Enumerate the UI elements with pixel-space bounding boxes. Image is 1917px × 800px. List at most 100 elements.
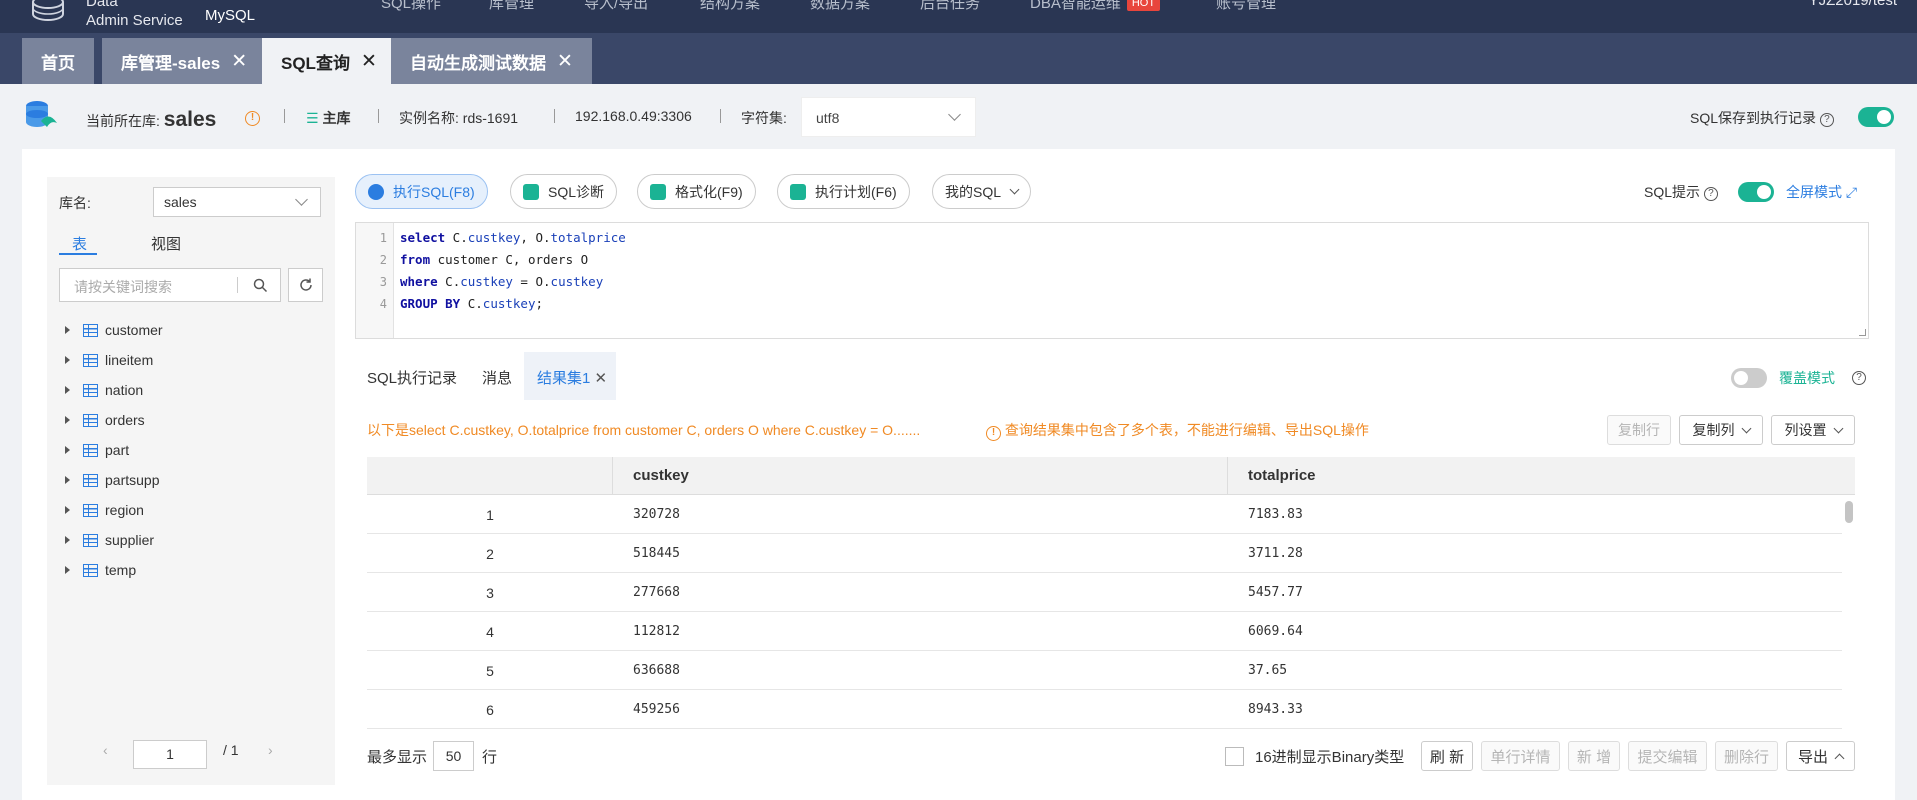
- nav-account[interactable]: 账号管理: [1216, 0, 1276, 13]
- vertical-scrollbar[interactable]: [1845, 501, 1853, 523]
- total-pages: / 1: [223, 742, 239, 758]
- tree-item-supplier[interactable]: supplier: [47, 528, 154, 552]
- tab-messages[interactable]: 消息: [482, 367, 512, 388]
- logo-text: Data Admin Service: [86, 0, 183, 29]
- top-nav: Data Admin Service MySQL SQL操作 库管理 导入/导出…: [0, 0, 1917, 33]
- close-icon[interactable]: ✕: [557, 50, 573, 73]
- table-row[interactable]: 2 518445 3711.28: [367, 534, 1842, 573]
- nav-db-manage[interactable]: 库管理: [489, 0, 534, 13]
- code-line-1: select C.custkey, O.totalprice: [400, 230, 626, 245]
- tree-item-part[interactable]: part: [47, 438, 129, 462]
- tab-sql-query[interactable]: SQL查询 ✕: [262, 38, 396, 84]
- close-icon[interactable]: ✕: [361, 50, 377, 73]
- overwrite-mode-toggle[interactable]: [1731, 368, 1767, 388]
- copy-column-dropdown[interactable]: 复制列: [1679, 415, 1763, 445]
- row-detail-button[interactable]: 单行详情: [1481, 741, 1560, 771]
- prev-page-icon[interactable]: ‹: [103, 742, 108, 758]
- column-settings-dropdown[interactable]: 列设置: [1771, 415, 1855, 445]
- fullscreen-button[interactable]: 全屏模式 ⤢: [1786, 182, 1857, 202]
- expand-icon: [65, 446, 70, 454]
- nav-import-export[interactable]: 导入/导出: [584, 0, 648, 13]
- tab-db-manage-sales[interactable]: 库管理-sales ✕: [102, 38, 267, 84]
- tab-sql-history[interactable]: SQL执行记录: [367, 367, 457, 388]
- code-line-4: GROUP BY C.custkey;: [400, 296, 544, 311]
- sql-editor[interactable]: 1 2 3 4 select C.custkey, O.totalprice f…: [355, 222, 1869, 339]
- execute-sql-button[interactable]: 执行SQL(F8): [355, 174, 488, 209]
- chevron-down-icon: [948, 108, 961, 121]
- submit-edit-button[interactable]: 提交编辑: [1628, 741, 1707, 771]
- nav-sql-ops[interactable]: SQL操作: [381, 0, 441, 13]
- expand-arrows-icon: ⤢: [1845, 184, 1858, 200]
- save-record-toggle[interactable]: [1858, 107, 1894, 127]
- tree-item-partsupp[interactable]: partsupp: [47, 468, 159, 492]
- close-icon[interactable]: ✕: [231, 50, 247, 73]
- delete-row-button[interactable]: 删除行: [1715, 741, 1778, 771]
- close-icon: ✕: [594, 370, 608, 387]
- table-search-input[interactable]: 请按关键词搜索: [59, 268, 281, 302]
- role-label: ☰ 主库: [306, 110, 351, 126]
- object-sidebar: 库名: sales 表 视图 请按关键词搜索 customer lineitem…: [47, 177, 335, 785]
- table-row[interactable]: 3 277668 5457.77: [367, 573, 1842, 612]
- tree-item-orders[interactable]: orders: [47, 408, 145, 432]
- sql-hint-toggle[interactable]: [1738, 182, 1774, 202]
- charset-select[interactable]: utf8: [801, 97, 976, 137]
- table-icon: [83, 443, 98, 457]
- max-rows-input[interactable]: 50: [433, 741, 474, 771]
- result-summary: 以下是select C.custkey, O.totalprice from c…: [367, 422, 921, 438]
- nav-dba-ops[interactable]: DBA智能运维 HOT: [1030, 0, 1161, 13]
- multi-table-warning: ! 查询结果集中包含了多个表，不能进行编辑、导出SQL操作: [986, 420, 1369, 441]
- export-dropdown[interactable]: 导出: [1786, 741, 1855, 771]
- tab-tables[interactable]: 表: [72, 233, 87, 254]
- nav-background-tasks[interactable]: 后台任务: [920, 0, 980, 13]
- table-row[interactable]: 5 636688 37.65: [367, 651, 1842, 690]
- code-line-3: where C.custkey = O.custkey: [400, 274, 604, 289]
- expand-icon: [65, 506, 70, 514]
- tree-item-temp[interactable]: temp: [47, 558, 136, 582]
- help-icon[interactable]: ?: [1852, 368, 1866, 385]
- result-grid: custkey totalprice 1 320728 7183.83 2 51844…: [367, 457, 1855, 731]
- explain-plan-button[interactable]: 执行计划(F6): [777, 174, 910, 209]
- refresh-results-button[interactable]: 刷 新: [1421, 741, 1473, 771]
- user-menu[interactable]: YJZ2019/test: [1809, 0, 1897, 9]
- db-select[interactable]: sales: [153, 187, 321, 217]
- table-row[interactable]: 4 112812 6069.64: [367, 612, 1842, 651]
- refresh-button[interactable]: [288, 268, 323, 302]
- code-line-2: from customer C, orders O: [400, 252, 589, 267]
- expand-icon: [65, 356, 70, 364]
- resize-handle[interactable]: [1859, 329, 1866, 336]
- info-circle-icon[interactable]: !: [245, 107, 260, 126]
- hex-binary-checkbox[interactable]: [1225, 747, 1244, 766]
- column-header-totalprice[interactable]: totalprice: [1248, 467, 1316, 484]
- plan-icon: [790, 183, 806, 200]
- help-icon: ?: [1819, 113, 1834, 127]
- grid-header: custkey totalprice: [367, 457, 1855, 495]
- tab-result-set-1[interactable]: 结果集1 ✕: [537, 367, 607, 388]
- tree-item-lineitem[interactable]: lineitem: [47, 348, 153, 372]
- current-db: 当前所在库: sales: [86, 108, 217, 131]
- line-gutter: 1 2 3 4: [356, 223, 394, 338]
- tab-home[interactable]: 首页: [22, 38, 94, 84]
- table-row[interactable]: 6 459256 8943.33: [367, 690, 1842, 729]
- next-page-icon[interactable]: ›: [268, 742, 273, 758]
- column-header-custkey[interactable]: custkey: [633, 467, 689, 484]
- format-button[interactable]: 格式化(F9): [637, 174, 756, 209]
- nav-data-plan[interactable]: 数据方案: [810, 0, 870, 13]
- tab-auto-test-data[interactable]: 自动生成测试数据 ✕: [391, 38, 592, 84]
- nav-schema-plan[interactable]: 结构方案: [700, 0, 760, 13]
- table-row[interactable]: 1 320728 7183.83: [367, 495, 1842, 534]
- page-input[interactable]: 1: [133, 740, 207, 769]
- charset-label: 字符集:: [741, 110, 787, 126]
- tree-item-region[interactable]: region: [47, 498, 144, 522]
- sql-diagnose-button[interactable]: SQL诊断: [510, 174, 618, 209]
- tree-item-customer[interactable]: customer: [47, 318, 163, 342]
- search-icon[interactable]: [253, 278, 268, 293]
- rows-unit-label: 行: [482, 749, 498, 766]
- copy-row-button[interactable]: 复制行: [1607, 415, 1671, 445]
- add-row-button[interactable]: 新 增: [1568, 741, 1620, 771]
- help-icon: ?: [1703, 187, 1718, 201]
- tree-item-nation[interactable]: nation: [47, 378, 143, 402]
- chevron-down-icon: [1009, 184, 1020, 195]
- tab-views[interactable]: 视图: [151, 233, 181, 254]
- my-sql-dropdown[interactable]: 我的SQL: [932, 174, 1032, 209]
- expand-icon: [65, 386, 70, 394]
